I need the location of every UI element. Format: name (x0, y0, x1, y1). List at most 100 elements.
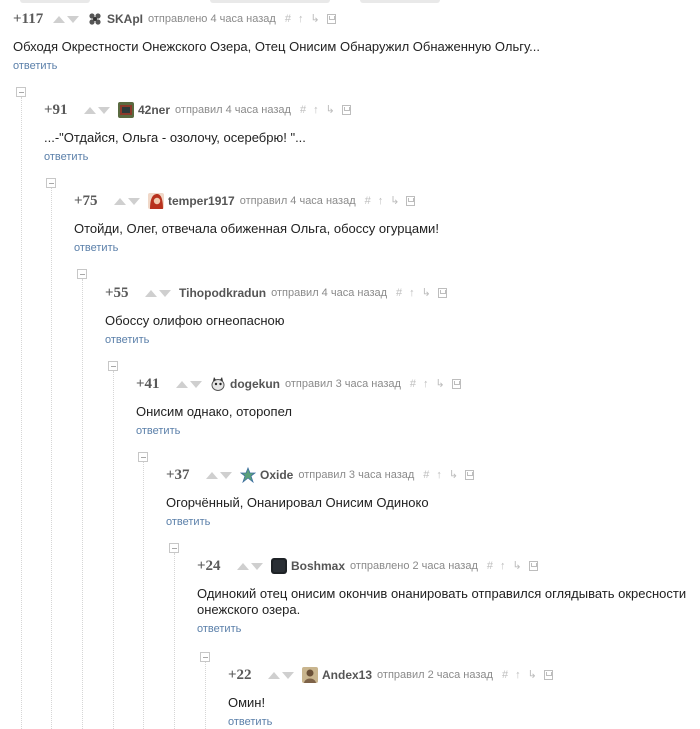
avatar[interactable] (118, 102, 134, 118)
vote-up-icon[interactable] (206, 471, 218, 479)
parent-arrow-icon[interactable]: ↑ (409, 287, 415, 299)
comment-tools: # ↑ ↳ (487, 560, 538, 572)
reply-link[interactable]: ответить (136, 425, 696, 437)
branch-icon[interactable]: ↳ (326, 104, 335, 116)
vote-buttons (84, 106, 112, 114)
reply-link[interactable]: ответить (228, 716, 688, 728)
username[interactable]: Tihopodkradun (179, 286, 266, 300)
username[interactable]: 42ner (138, 103, 170, 117)
avatar[interactable] (302, 667, 318, 683)
save-icon[interactable] (543, 670, 553, 680)
save-icon[interactable] (341, 105, 351, 115)
avatar[interactable] (210, 376, 226, 392)
comment-tools: # ↑ ↳ (285, 13, 336, 25)
collapse-toggle[interactable] (46, 178, 56, 188)
comment-tools: # ↑ ↳ (423, 469, 475, 481)
timestamp: отправил 4 часа назад (271, 287, 388, 299)
save-icon[interactable] (406, 196, 416, 206)
parent-arrow-icon[interactable]: ↑ (500, 560, 506, 572)
comment: +24 Boshmax отправлено 2 часа назад # ↑ … (197, 557, 687, 636)
comment-text: Омин! (228, 695, 266, 710)
comment-tools: # ↑ ↳ (365, 195, 416, 207)
comment-rating: +37 (166, 466, 190, 483)
branch-icon[interactable]: ↳ (436, 378, 445, 390)
username[interactable]: Andex13 (322, 668, 372, 682)
reply-link[interactable]: ответить (44, 151, 694, 163)
vote-up-icon[interactable] (53, 15, 65, 23)
thread-line (205, 662, 206, 729)
vote-down-icon[interactable] (190, 380, 202, 388)
parent-arrow-icon[interactable]: ↑ (423, 378, 429, 390)
hash-link-icon[interactable]: # (410, 378, 416, 390)
hash-link-icon[interactable]: # (487, 560, 493, 572)
hash-link-icon[interactable]: # (423, 469, 429, 481)
reply-link[interactable]: ответить (105, 334, 695, 346)
branch-icon[interactable]: ↳ (310, 13, 319, 25)
save-icon[interactable] (437, 288, 447, 298)
thread-line (174, 553, 175, 729)
hash-link-icon[interactable]: # (396, 287, 402, 299)
vote-down-icon[interactable] (220, 471, 232, 479)
comment-rating: +22 (228, 666, 252, 683)
vote-down-icon[interactable] (282, 671, 294, 679)
save-icon[interactable] (451, 379, 461, 389)
reply-link[interactable]: ответить (166, 516, 696, 528)
vote-up-icon[interactable] (237, 562, 249, 570)
comment: +55 Tihopodkradun отправил 4 часа назад … (105, 284, 695, 346)
save-icon[interactable] (326, 14, 336, 24)
collapse-toggle[interactable] (200, 652, 210, 662)
branch-icon[interactable]: ↳ (528, 669, 537, 681)
username[interactable]: temper1917 (168, 194, 235, 208)
avatar[interactable] (148, 193, 164, 209)
hash-link-icon[interactable]: # (365, 195, 371, 207)
save-icon[interactable] (528, 561, 538, 571)
comment: +91 42ner отправил 4 часа назад # ↑ ↳ ..… (44, 101, 694, 163)
hash-link-icon[interactable]: # (502, 669, 508, 681)
branch-icon[interactable]: ↳ (422, 287, 431, 299)
collapse-toggle[interactable] (169, 543, 179, 553)
comment-rating: +75 (74, 192, 98, 209)
save-icon[interactable] (465, 470, 475, 480)
avatar[interactable] (271, 558, 287, 574)
vote-down-icon[interactable] (159, 289, 171, 297)
parent-arrow-icon[interactable]: ↑ (515, 669, 521, 681)
username[interactable]: dogekun (230, 377, 280, 391)
thread-line (113, 371, 114, 729)
collapse-toggle[interactable] (138, 452, 148, 462)
parent-arrow-icon[interactable]: ↑ (313, 104, 319, 116)
collapse-toggle[interactable] (16, 87, 26, 97)
comment-text: Онисим однако, оторопел (136, 404, 292, 419)
avatar[interactable] (87, 11, 103, 27)
vote-down-icon[interactable] (128, 197, 140, 205)
username[interactable]: SKApI (107, 12, 143, 26)
reply-link[interactable]: ответить (74, 242, 694, 254)
collapse-toggle[interactable] (77, 269, 87, 279)
hash-link-icon[interactable]: # (285, 13, 291, 25)
username[interactable]: Boshmax (291, 559, 345, 573)
hash-link-icon[interactable]: # (300, 104, 306, 116)
vote-up-icon[interactable] (268, 671, 280, 679)
branch-icon[interactable]: ↳ (512, 560, 521, 572)
vote-up-icon[interactable] (114, 197, 126, 205)
branch-icon[interactable]: ↳ (449, 469, 458, 481)
vote-down-icon[interactable] (251, 562, 263, 570)
parent-arrow-icon[interactable]: ↑ (436, 469, 442, 481)
comment-rating: +41 (136, 375, 160, 392)
avatar[interactable] (240, 467, 256, 483)
comment-text: Обоссу олифою огнеопасною (105, 313, 285, 328)
thread-line (82, 279, 83, 729)
username[interactable]: Oxide (260, 468, 293, 482)
parent-arrow-icon[interactable]: ↑ (378, 195, 384, 207)
reply-link[interactable]: ответить (197, 623, 687, 635)
parent-arrow-icon[interactable]: ↑ (298, 13, 304, 25)
vote-up-icon[interactable] (145, 289, 157, 297)
collapse-toggle[interactable] (108, 361, 118, 371)
vote-up-icon[interactable] (176, 380, 188, 388)
comment-header: +55 Tihopodkradun отправил 4 часа назад … (105, 284, 695, 302)
vote-down-icon[interactable] (98, 106, 110, 114)
vote-down-icon[interactable] (67, 15, 79, 23)
vote-up-icon[interactable] (84, 106, 96, 114)
branch-icon[interactable]: ↳ (390, 195, 399, 207)
vote-buttons (53, 15, 81, 23)
reply-link[interactable]: ответить (13, 60, 693, 72)
